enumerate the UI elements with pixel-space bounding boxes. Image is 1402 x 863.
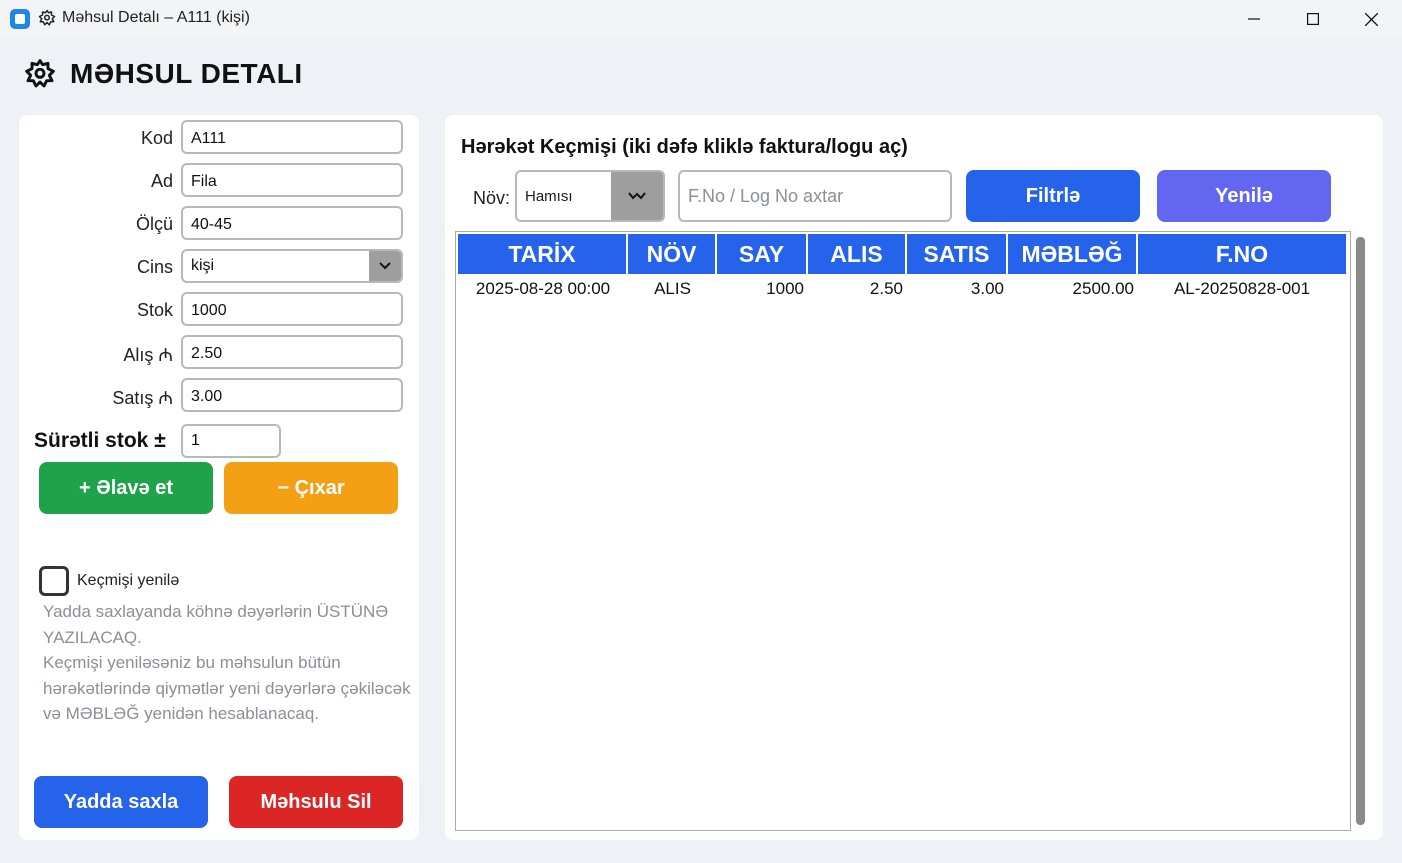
maximize-icon	[1307, 13, 1319, 25]
cins-select-value: kişi	[191, 257, 215, 274]
cell-date: 2025-08-28 00:00	[475, 279, 611, 298]
add-stock-button[interactable]: + Əlavə et	[39, 462, 213, 514]
save-button[interactable]: Yadda saxla	[34, 776, 208, 828]
satis-price-input[interactable]	[181, 378, 403, 412]
window-title: Məhsul Detalı – A111 (kişi)	[62, 9, 250, 26]
page-title: MƏHSUL DETALI	[70, 58, 303, 89]
field-label: Kod	[140, 128, 173, 148]
title-bar: Məhsul Detalı – A111 (kişi)	[0, 0, 1402, 38]
warning-text: Yadda saxlayanda köhnə dəyərlərin ÜSTÜNƏ…	[43, 602, 411, 723]
table-row[interactable]: 2025-08-28 00:00 ALIS 1000 2.50 3.00 250…	[458, 276, 1346, 302]
quick-stock-label: Sürətli stok ±	[34, 429, 166, 452]
field-label: Ölçü	[135, 214, 173, 234]
field-label: Cins	[136, 257, 173, 277]
quick-stock-input[interactable]	[181, 424, 281, 458]
minimize-icon	[1248, 18, 1260, 20]
cins-select[interactable]: kişi	[181, 249, 403, 283]
kod-input[interactable]	[181, 120, 403, 154]
field-alis: Alış ₼	[19, 335, 419, 369]
dropdown-button[interactable]	[611, 172, 663, 220]
close-icon	[1364, 12, 1378, 26]
vertical-scrollbar[interactable]	[1356, 237, 1365, 825]
olcu-input[interactable]	[181, 206, 403, 240]
close-button[interactable]	[1342, 0, 1400, 38]
history-title: Hərəkət Keçmişi (iki dəfə kliklə faktura…	[461, 136, 908, 158]
field-label: Satış ₼	[112, 388, 173, 408]
alis-price-input[interactable]	[181, 335, 403, 369]
field-olcu: Ölçü	[19, 206, 419, 240]
history-refresh-label: Keçmişi yenilə	[77, 572, 180, 589]
cell-type: ALIS	[654, 279, 691, 298]
cell-quantity: 1000	[766, 279, 804, 298]
dropdown-button[interactable]	[369, 251, 401, 281]
app-icon	[10, 9, 30, 29]
stok-input[interactable]	[181, 292, 403, 326]
history-table[interactable]: TARİX NÖV SAY ALIS SATIS MƏBLƏĞ F.NO 202…	[455, 231, 1351, 831]
filter-button[interactable]: Filtrlə	[966, 170, 1140, 222]
type-filter-value: Hamısı	[525, 188, 573, 205]
field-cins: Cins kişi	[19, 249, 419, 283]
table-header: TARİX NÖV SAY ALIS SATIS MƏBLƏĞ F.NO	[458, 234, 1346, 274]
cell-amount: 2500.00	[1072, 279, 1134, 298]
refresh-button[interactable]: Yenilə	[1157, 170, 1331, 222]
field-stok: Stok	[19, 292, 419, 326]
gear-icon	[38, 9, 56, 26]
field-kod: Kod	[19, 120, 419, 154]
search-input[interactable]	[678, 170, 952, 222]
product-form-panel: Kod Ad Ölçü Cins kişi Stok Alış ₼ Satış …	[19, 115, 419, 840]
cell-sell-price: 3.00	[970, 279, 1004, 298]
maximize-button[interactable]	[1284, 0, 1342, 38]
history-panel: Hərəkət Keçmişi (iki dəfə kliklə faktura…	[445, 115, 1383, 840]
chevron-down-icon	[628, 192, 646, 200]
page-header: MƏHSUL DETALI	[24, 58, 303, 90]
column-header[interactable]: SAY	[717, 234, 808, 274]
column-header[interactable]: TARİX	[458, 234, 628, 274]
field-label: Stok	[136, 300, 173, 320]
type-filter-select[interactable]: Hamısı	[515, 170, 665, 222]
column-header[interactable]: NÖV	[628, 234, 717, 274]
remove-stock-button[interactable]: − Çıxar	[224, 462, 398, 514]
field-ad: Ad	[19, 163, 419, 197]
column-header[interactable]: MƏBLƏĞ	[1008, 234, 1138, 274]
column-header[interactable]: ALIS	[808, 234, 907, 274]
column-header[interactable]: SATIS	[907, 234, 1008, 274]
history-refresh-option: Keçmişi yenilə	[39, 566, 179, 596]
delete-product-button[interactable]: Məhsulu Sil	[229, 776, 403, 828]
field-label: Alış ₼	[123, 345, 173, 365]
type-filter-label: Növ:	[473, 188, 511, 208]
chevron-down-icon	[379, 262, 391, 270]
field-label: Ad	[150, 171, 173, 191]
minimize-button[interactable]	[1225, 0, 1283, 38]
field-satis: Satış ₼	[19, 378, 419, 412]
gear-icon	[25, 59, 55, 88]
history-refresh-checkbox[interactable]	[39, 566, 69, 596]
ad-input[interactable]	[181, 163, 403, 197]
cell-buy-price: 2.50	[869, 279, 903, 298]
cell-invoice-no: AL-20250828-001	[1173, 279, 1311, 298]
column-header[interactable]: F.NO	[1138, 234, 1346, 274]
